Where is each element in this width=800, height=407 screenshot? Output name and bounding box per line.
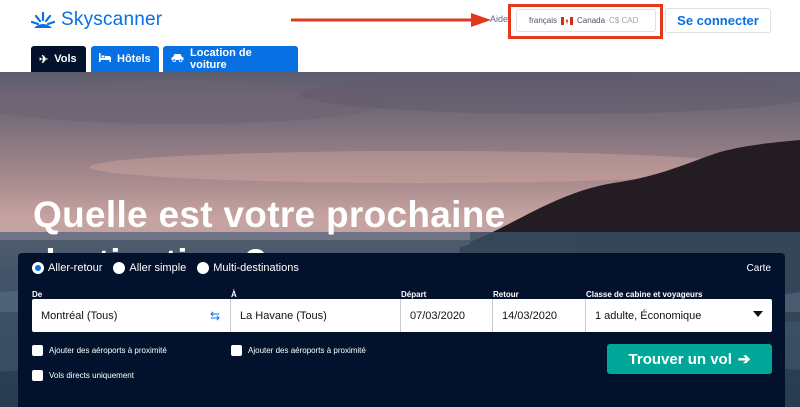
flight-search-panel: Aller-retour Aller simple Multi-destinat… [18, 253, 785, 407]
trip-type-multi-city-label: Multi-destinations [213, 262, 299, 274]
direct-flights-label: Vols directs uniquement [49, 371, 134, 380]
nearby-airports-to-checkbox[interactable] [231, 345, 242, 356]
nearby-airports-from-option[interactable]: Ajouter des aéroports à proximité [32, 345, 167, 356]
locale-currency-selector[interactable]: français Canada C$ CAD [516, 9, 656, 32]
login-button[interactable]: Se connecter [665, 8, 771, 33]
return-date-input[interactable]: 14/03/2020 [493, 299, 586, 332]
annotation-arrow-icon [291, 13, 491, 27]
to-label: À [231, 290, 237, 299]
canada-flag-icon [561, 16, 574, 25]
help-link[interactable]: Aide [490, 14, 508, 24]
nearby-airports-to-label: Ajouter des aéroports à proximité [248, 346, 366, 355]
radio-multi-city[interactable] [197, 262, 210, 274]
trip-type-multi-city[interactable]: Multi-destinations [197, 262, 299, 274]
radio-round-trip[interactable] [32, 262, 44, 274]
find-flight-button[interactable]: Trouver un vol ➔ [607, 344, 772, 374]
sunrise-logo-icon [30, 11, 56, 29]
tab-flights-label: Vols [54, 53, 77, 65]
trip-type-selector: Aller-retour Aller simple Multi-destinat… [32, 262, 302, 274]
locale-currency: C$ CAD [609, 16, 639, 25]
from-label: De [32, 290, 43, 299]
trip-type-one-way[interactable]: Aller simple [113, 262, 186, 274]
skyscanner-logo[interactable]: Skyscanner [30, 9, 163, 31]
return-date-value: 14/03/2020 [502, 309, 558, 322]
tab-car-rental[interactable]: Location de voiture [163, 46, 298, 72]
swap-arrows-icon[interactable]: ⇆ [210, 309, 220, 323]
cabin-travellers-value: 1 adulte, Économique [595, 309, 702, 322]
hero-title-line-1: Quelle est votre prochaine [33, 194, 506, 235]
destination-value: La Havane (Tous) [240, 309, 327, 322]
chevron-down-icon [753, 311, 763, 317]
direct-flights-option[interactable]: Vols directs uniquement [32, 370, 134, 381]
map-link[interactable]: Carte [747, 263, 771, 274]
trip-type-round-trip[interactable]: Aller-retour [32, 262, 102, 274]
search-fields-row: Montréal (Tous) ⇆ La Havane (Tous) 07/03… [32, 299, 772, 332]
logo-text: Skyscanner [61, 9, 163, 30]
locale-country: Canada [577, 16, 606, 25]
bed-icon [99, 53, 111, 65]
direct-flights-checkbox[interactable] [32, 370, 43, 381]
nearby-airports-from-label: Ajouter des aéroports à proximité [49, 346, 167, 355]
locale-language: français [529, 16, 558, 25]
origin-value: Montréal (Tous) [41, 309, 118, 322]
depart-date-value: 07/03/2020 [410, 309, 466, 322]
nearby-airports-to-option[interactable]: Ajouter des aéroports à proximité [231, 345, 366, 356]
trip-type-round-trip-label: Aller-retour [48, 262, 103, 274]
destination-input[interactable]: La Havane (Tous) [231, 299, 401, 332]
trip-type-one-way-label: Aller simple [129, 262, 187, 274]
find-flight-label: Trouver un vol [628, 350, 732, 368]
depart-label: Départ [401, 290, 427, 299]
tab-hotels[interactable]: Hôtels [91, 46, 159, 72]
radio-one-way[interactable] [113, 262, 126, 274]
plane-icon: ✈ [39, 53, 49, 66]
cabin-label: Classe de cabine et voyageurs [586, 290, 703, 299]
cabin-travellers-select[interactable]: 1 adulte, Économique [586, 299, 772, 332]
tab-hotels-label: Hôtels [117, 53, 151, 65]
return-label: Retour [493, 290, 519, 299]
depart-date-input[interactable]: 07/03/2020 [401, 299, 493, 332]
car-icon [171, 53, 184, 65]
arrow-right-icon: ➔ [737, 351, 751, 368]
nearby-airports-from-checkbox[interactable] [32, 345, 43, 356]
tab-car-rental-label: Location de voiture [190, 47, 252, 71]
tab-flights[interactable]: ✈ Vols [31, 46, 86, 72]
origin-input[interactable]: Montréal (Tous) [32, 299, 231, 332]
